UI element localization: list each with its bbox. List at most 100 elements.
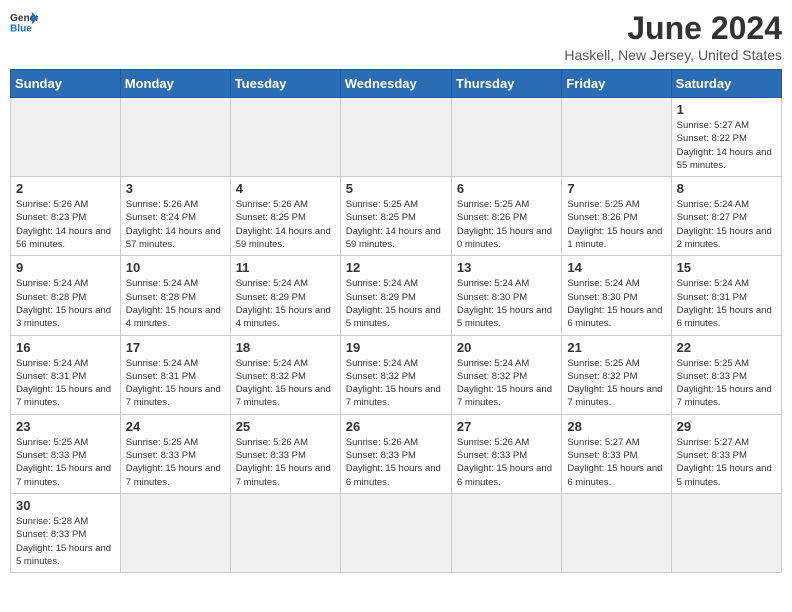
calendar-cell: 1 Sunrise: 5:27 AM Sunset: 8:22 PM Daylig… xyxy=(671,98,781,177)
calendar-cell: 5Sunrise: 5:25 AM Sunset: 8:25 PM Daylig… xyxy=(340,177,451,256)
day-number: 30 xyxy=(16,498,115,513)
weekday-header-monday: Monday xyxy=(120,70,230,98)
calendar-week-row-2: 2 Sunrise: 5:26 AM Sunset: 8:23 PM Daylig… xyxy=(11,177,782,256)
day-info: Sunrise: 5:24 AM Sunset: 8:31 PM Dayligh… xyxy=(677,277,776,330)
calendar-week-row-5: 23 Sunrise: 5:25 AM Sunset: 8:33 PM Dayli… xyxy=(11,414,782,493)
day-info: Sunrise: 5:24 AM Sunset: 8:32 PM Dayligh… xyxy=(236,357,335,410)
calendar-cell xyxy=(340,493,451,572)
day-number: 15 xyxy=(677,260,776,275)
day-number: 9 xyxy=(16,260,115,275)
day-info: Sunrise: 5:24 AM Sunset: 8:31 PM Dayligh… xyxy=(16,357,115,410)
calendar-cell xyxy=(451,493,561,572)
calendar-cell xyxy=(562,493,671,572)
day-info: Sunrise: 5:24 AM Sunset: 8:30 PM Dayligh… xyxy=(567,277,665,330)
calendar-cell: 26 Sunrise: 5:26 AM Sunset: 8:33 PM Dayli… xyxy=(340,414,451,493)
calendar-cell: 28Sunrise: 5:27 AM Sunset: 8:33 PM Dayli… xyxy=(562,414,671,493)
calendar-cell: 14 Sunrise: 5:24 AM Sunset: 8:30 PM Dayli… xyxy=(562,256,671,335)
calendar-cell: 16 Sunrise: 5:24 AM Sunset: 8:31 PM Dayli… xyxy=(11,335,121,414)
day-number: 16 xyxy=(16,340,115,355)
day-number: 26 xyxy=(346,419,446,434)
day-number: 20 xyxy=(457,340,556,355)
day-info: Sunrise: 5:24 AM Sunset: 8:31 PM Dayligh… xyxy=(126,357,225,410)
calendar-week-row-3: 9 Sunrise: 5:24 AM Sunset: 8:28 PM Daylig… xyxy=(11,256,782,335)
day-info: Sunrise: 5:24 AM Sunset: 8:30 PM Dayligh… xyxy=(457,277,556,330)
calendar-cell xyxy=(562,98,671,177)
calendar-cell: 8Sunrise: 5:24 AM Sunset: 8:27 PM Daylig… xyxy=(671,177,781,256)
title-area: June 2024 Haskell, New Jersey, United St… xyxy=(564,10,782,63)
calendar-cell: 18 Sunrise: 5:24 AM Sunset: 8:32 PM Dayli… xyxy=(230,335,340,414)
day-number: 22 xyxy=(677,340,776,355)
day-info: Sunrise: 5:24 AM Sunset: 8:32 PM Dayligh… xyxy=(346,357,446,410)
day-number: 14 xyxy=(567,260,665,275)
day-number: 2 xyxy=(16,181,115,196)
day-info: Sunrise: 5:26 AM Sunset: 8:33 PM Dayligh… xyxy=(457,436,556,489)
day-info: Sunrise: 5:27 AM Sunset: 8:33 PM Dayligh… xyxy=(677,436,776,489)
day-info: Sunrise: 5:24 AM Sunset: 8:28 PM Dayligh… xyxy=(126,277,225,330)
day-info: Sunrise: 5:25 AM Sunset: 8:32 PM Dayligh… xyxy=(567,357,665,410)
day-info: Sunrise: 5:25 AM Sunset: 8:26 PM Dayligh… xyxy=(567,198,665,251)
location-subtitle: Haskell, New Jersey, United States xyxy=(564,47,782,63)
day-number: 6 xyxy=(457,181,556,196)
weekday-header-wednesday: Wednesday xyxy=(340,70,451,98)
calendar-week-row-4: 16 Sunrise: 5:24 AM Sunset: 8:31 PM Dayli… xyxy=(11,335,782,414)
day-number: 13 xyxy=(457,260,556,275)
svg-text:Blue: Blue xyxy=(10,23,32,34)
calendar-cell xyxy=(340,98,451,177)
day-number: 25 xyxy=(236,419,335,434)
day-number: 27 xyxy=(457,419,556,434)
calendar-header-row: SundayMondayTuesdayWednesdayThursdayFrid… xyxy=(11,70,782,98)
day-number: 4 xyxy=(236,181,335,196)
calendar-cell: 25 Sunrise: 5:26 AM Sunset: 8:33 PM Dayli… xyxy=(230,414,340,493)
day-info: Sunrise: 5:24 AM Sunset: 8:29 PM Dayligh… xyxy=(236,277,335,330)
day-number: 19 xyxy=(346,340,446,355)
calendar-cell xyxy=(120,98,230,177)
calendar-cell: 22 Sunrise: 5:25 AM Sunset: 8:33 PM Dayli… xyxy=(671,335,781,414)
day-number: 21 xyxy=(567,340,665,355)
day-info: Sunrise: 5:27 AM Sunset: 8:22 PM Dayligh… xyxy=(677,119,776,172)
calendar-cell: 29 Sunrise: 5:27 AM Sunset: 8:33 PM Dayli… xyxy=(671,414,781,493)
day-info: Sunrise: 5:26 AM Sunset: 8:25 PM Dayligh… xyxy=(236,198,335,251)
day-info: Sunrise: 5:24 AM Sunset: 8:32 PM Dayligh… xyxy=(457,357,556,410)
weekday-header-tuesday: Tuesday xyxy=(230,70,340,98)
calendar-cell: 9 Sunrise: 5:24 AM Sunset: 8:28 PM Daylig… xyxy=(11,256,121,335)
month-title: June 2024 xyxy=(564,10,782,47)
calendar-cell xyxy=(230,493,340,572)
day-info: Sunrise: 5:24 AM Sunset: 8:28 PM Dayligh… xyxy=(16,277,115,330)
calendar-cell: 24Sunrise: 5:25 AM Sunset: 8:33 PM Dayli… xyxy=(120,414,230,493)
day-number: 1 xyxy=(677,102,776,117)
day-info: Sunrise: 5:25 AM Sunset: 8:33 PM Dayligh… xyxy=(677,357,776,410)
day-info: Sunrise: 5:26 AM Sunset: 8:33 PM Dayligh… xyxy=(236,436,335,489)
calendar-cell: 27 Sunrise: 5:26 AM Sunset: 8:33 PM Dayli… xyxy=(451,414,561,493)
weekday-header-sunday: Sunday xyxy=(11,70,121,98)
day-number: 11 xyxy=(236,260,335,275)
day-number: 18 xyxy=(236,340,335,355)
weekday-header-thursday: Thursday xyxy=(451,70,561,98)
calendar-week-row-6: 30 Sunrise: 5:28 AM Sunset: 8:33 PM Dayli… xyxy=(11,493,782,572)
day-number: 5 xyxy=(346,181,446,196)
day-number: 17 xyxy=(126,340,225,355)
day-number: 29 xyxy=(677,419,776,434)
day-info: Sunrise: 5:25 AM Sunset: 8:33 PM Dayligh… xyxy=(126,436,225,489)
day-info: Sunrise: 5:26 AM Sunset: 8:33 PM Dayligh… xyxy=(346,436,446,489)
calendar-cell: 13 Sunrise: 5:24 AM Sunset: 8:30 PM Dayli… xyxy=(451,256,561,335)
calendar-cell: 7Sunrise: 5:25 AM Sunset: 8:26 PM Daylig… xyxy=(562,177,671,256)
calendar-cell: 21 Sunrise: 5:25 AM Sunset: 8:32 PM Dayli… xyxy=(562,335,671,414)
logo: General Blue xyxy=(10,10,38,34)
calendar-cell xyxy=(230,98,340,177)
day-info: Sunrise: 5:26 AM Sunset: 8:23 PM Dayligh… xyxy=(16,198,115,251)
day-number: 23 xyxy=(16,419,115,434)
calendar-cell: 12Sunrise: 5:24 AM Sunset: 8:29 PM Dayli… xyxy=(340,256,451,335)
day-number: 3 xyxy=(126,181,225,196)
calendar-cell: 10Sunrise: 5:24 AM Sunset: 8:28 PM Dayli… xyxy=(120,256,230,335)
day-info: Sunrise: 5:24 AM Sunset: 8:27 PM Dayligh… xyxy=(677,198,776,251)
generalblue-logo-icon: General Blue xyxy=(10,10,38,34)
calendar-cell: 30 Sunrise: 5:28 AM Sunset: 8:33 PM Dayli… xyxy=(11,493,121,572)
calendar-cell: 20 Sunrise: 5:24 AM Sunset: 8:32 PM Dayli… xyxy=(451,335,561,414)
day-number: 12 xyxy=(346,260,446,275)
day-info: Sunrise: 5:26 AM Sunset: 8:24 PM Dayligh… xyxy=(126,198,225,251)
calendar-cell: 4 Sunrise: 5:26 AM Sunset: 8:25 PM Daylig… xyxy=(230,177,340,256)
day-info: Sunrise: 5:27 AM Sunset: 8:33 PM Dayligh… xyxy=(567,436,665,489)
header: General Blue June 2024 Haskell, New Jers… xyxy=(10,10,782,63)
day-info: Sunrise: 5:28 AM Sunset: 8:33 PM Dayligh… xyxy=(16,515,115,568)
calendar-cell: 6Sunrise: 5:25 AM Sunset: 8:26 PM Daylig… xyxy=(451,177,561,256)
